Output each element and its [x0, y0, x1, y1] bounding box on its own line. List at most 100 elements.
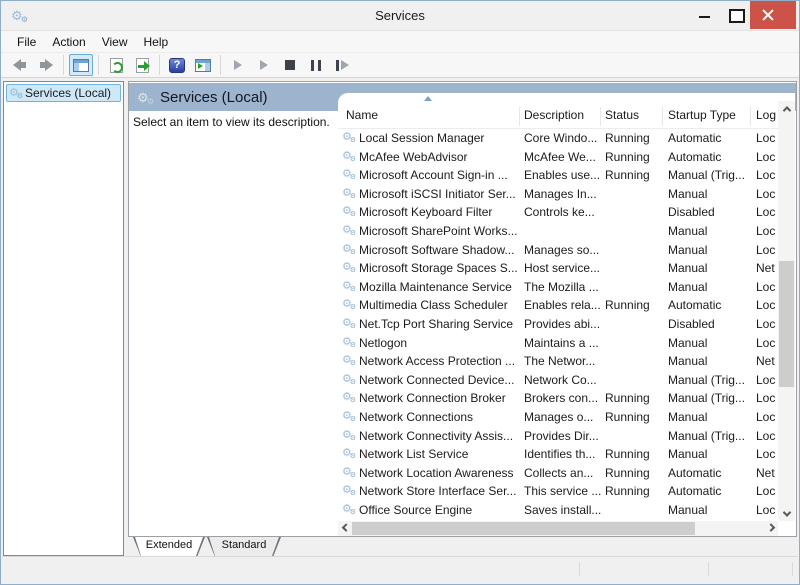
table-row[interactable]: Office Source EngineSaves install...Manu… — [338, 501, 778, 520]
back-icon — [13, 59, 27, 71]
restart-service-button[interactable] — [330, 54, 354, 76]
horizontal-scrollbar[interactable] — [338, 521, 778, 536]
chevron-left-icon — [341, 523, 349, 531]
cell-status: Running — [605, 482, 663, 501]
help-button[interactable] — [165, 54, 189, 76]
cell-startup: Manual — [668, 408, 752, 427]
start-service-button[interactable] — [226, 54, 250, 76]
column-divider[interactable] — [750, 107, 751, 126]
stop-service-icon — [285, 60, 295, 70]
cell-name: Microsoft SharePoint Works... — [359, 222, 518, 241]
table-row[interactable]: Microsoft Keyboard FilterControls ke...D… — [338, 203, 778, 222]
table-row[interactable]: Mozilla Maintenance ServiceThe Mozilla .… — [338, 278, 778, 297]
pause-service-button[interactable] — [304, 54, 328, 76]
vertical-scrollbar[interactable] — [778, 101, 795, 521]
services-node-icon — [9, 88, 22, 99]
cell-name: Network Location Awareness — [359, 464, 518, 483]
menu-view[interactable]: View — [94, 33, 136, 51]
scroll-left-button[interactable] — [338, 521, 353, 536]
minimize-button[interactable] — [690, 1, 720, 29]
resume-service-button[interactable] — [252, 54, 276, 76]
export-list-button[interactable] — [130, 54, 154, 76]
cell-startup: Automatic — [668, 296, 752, 315]
table-row[interactable]: Microsoft Account Sign-in ...Enables use… — [338, 166, 778, 185]
close-button[interactable] — [750, 1, 796, 29]
service-gear-icon — [342, 206, 355, 217]
show-console-tree-button[interactable] — [69, 54, 93, 76]
cell-description: Controls ke... — [524, 203, 602, 222]
column-divider[interactable] — [662, 107, 663, 126]
show-action-pane-button[interactable] — [191, 54, 215, 76]
service-gear-icon — [342, 430, 355, 441]
column-header-description[interactable]: Description — [524, 108, 584, 122]
main-area: Services (Local) Services (Local) Select… — [1, 78, 799, 558]
cell-log: Net — [756, 352, 778, 371]
cell-log: Net — [756, 464, 778, 483]
service-gear-icon — [342, 188, 355, 199]
table-row[interactable]: Microsoft Storage Spaces S...Host servic… — [338, 259, 778, 278]
column-header-log-on-as[interactable]: Log — [756, 108, 776, 122]
table-row[interactable]: Microsoft Software Shadow...Manages so..… — [338, 241, 778, 260]
tree-item-services-local[interactable]: Services (Local) — [6, 84, 121, 102]
cell-log: Loc — [756, 334, 778, 353]
cell-log: Loc — [756, 501, 778, 520]
cell-log: Loc — [756, 241, 778, 260]
cell-name: Network Connections — [359, 408, 518, 427]
table-row[interactable]: Network Connected Device...Network Co...… — [338, 371, 778, 390]
table-row[interactable]: Network Connection BrokerBrokers con...R… — [338, 389, 778, 408]
cell-description: Enables use... — [524, 166, 602, 185]
maximize-button[interactable] — [720, 1, 750, 29]
cell-description: Manages o... — [524, 408, 602, 427]
column-divider[interactable] — [519, 107, 520, 126]
table-row[interactable]: McAfee WebAdvisorMcAfee We...RunningAuto… — [338, 148, 778, 167]
cell-description: Identifies th... — [524, 445, 602, 464]
cell-startup: Manual — [668, 334, 752, 353]
forward-button[interactable] — [34, 54, 58, 76]
column-header-status[interactable]: Status — [605, 108, 639, 122]
cell-name: Network Store Interface Ser... — [359, 482, 518, 501]
table-row[interactable]: Network Store Interface Ser...This servi… — [338, 482, 778, 501]
vertical-scroll-thumb[interactable] — [779, 261, 794, 387]
menu-file[interactable]: File — [9, 33, 44, 51]
scroll-down-button[interactable] — [778, 506, 795, 521]
table-row[interactable]: Microsoft iSCSI Initiator Ser...Manages … — [338, 185, 778, 204]
tab-standard[interactable]: Standard — [207, 537, 281, 557]
cell-startup: Disabled — [668, 315, 752, 334]
toolbar-separator — [63, 55, 64, 75]
stop-service-button[interactable] — [278, 54, 302, 76]
table-row[interactable]: Network ConnectionsManages o...RunningMa… — [338, 408, 778, 427]
scroll-up-button[interactable] — [778, 101, 795, 116]
cell-status: Running — [605, 129, 663, 148]
cell-description: Enables rela... — [524, 296, 602, 315]
back-button[interactable] — [8, 54, 32, 76]
cell-log: Loc — [756, 408, 778, 427]
cell-startup: Manual (Trig... — [668, 427, 752, 446]
cell-log: Loc — [756, 129, 778, 148]
menu-action[interactable]: Action — [44, 33, 93, 51]
table-row[interactable]: Net.Tcp Port Sharing ServiceProvides abi… — [338, 315, 778, 334]
scroll-right-button[interactable] — [763, 521, 778, 536]
pause-service-icon — [311, 60, 321, 71]
table-row[interactable]: Network List ServiceIdentifies th...Runn… — [338, 445, 778, 464]
table-row[interactable]: Network Access Protection ...The Networ.… — [338, 352, 778, 371]
horizontal-scroll-thumb[interactable] — [352, 522, 695, 535]
refresh-button[interactable] — [104, 54, 128, 76]
table-row[interactable]: Network Location AwarenessCollects an...… — [338, 464, 778, 483]
cell-status: Running — [605, 166, 663, 185]
cell-description: The Networ... — [524, 352, 602, 371]
column-divider[interactable] — [600, 107, 601, 126]
column-header-startup-type[interactable]: Startup Type — [668, 108, 736, 122]
cell-startup: Manual — [668, 278, 752, 297]
table-row[interactable]: Local Session ManagerCore Windo...Runnin… — [338, 129, 778, 148]
cell-name: Local Session Manager — [359, 129, 518, 148]
column-header-name[interactable]: Name — [346, 108, 378, 122]
cell-status: Running — [605, 296, 663, 315]
cell-status: Running — [605, 464, 663, 483]
table-row[interactable]: Network Connectivity Assis...Provides Di… — [338, 427, 778, 446]
table-row[interactable]: NetlogonMaintains a ...ManualLoc — [338, 334, 778, 353]
table-row[interactable]: Microsoft SharePoint Works...ManualLoc — [338, 222, 778, 241]
table-row[interactable]: Multimedia Class SchedulerEnables rela..… — [338, 296, 778, 315]
tab-extended[interactable]: Extended — [133, 537, 205, 557]
menu-help[interactable]: Help — [136, 33, 177, 51]
service-gear-icon — [342, 337, 355, 348]
